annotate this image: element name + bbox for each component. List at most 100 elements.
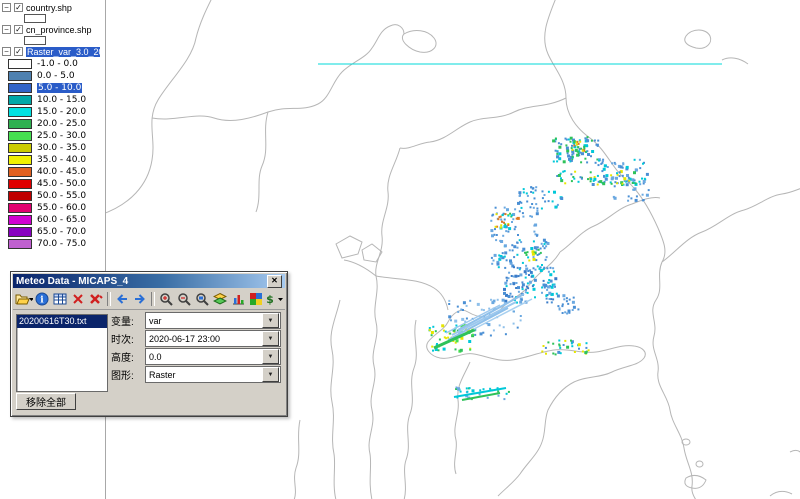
legend-color-swatch — [8, 215, 32, 225]
field-row-variable: 变量:var▼ — [111, 312, 281, 329]
field-label: 高度: — [111, 349, 145, 364]
collapse-icon[interactable]: − — [2, 47, 11, 56]
toolbar-separator — [107, 292, 111, 306]
legend-range-label: 65.0 - 70.0 — [37, 227, 86, 237]
dialog-toolbar: i$ — [13, 289, 285, 310]
layer-symbol-row — [0, 13, 105, 24]
legend-item[interactable]: 60.0 - 65.0 — [0, 214, 105, 226]
legend-color-swatch — [8, 239, 32, 249]
field-row-time: 时次:2020-06-17 23:00▼ — [111, 330, 281, 347]
dropdown-arrow-icon[interactable]: ▼ — [262, 331, 279, 346]
meteo-data-dialog: Meteo Data - MICAPS_4 ✕ i$ 20200616T30.t… — [10, 271, 288, 417]
legend-range-label: 55.0 - 60.0 — [37, 203, 86, 213]
chart-icon[interactable] — [229, 291, 247, 308]
layer-item-raster[interactable]: − ✓ Raster_var_3.0_2020-6 — [0, 46, 105, 57]
layer-checkbox[interactable]: ✓ — [14, 25, 23, 34]
polygon-swatch — [24, 14, 46, 23]
dropdown-height[interactable]: 0.0▼ — [145, 348, 281, 365]
layers-icon[interactable] — [211, 291, 229, 308]
money-icon[interactable]: $ — [265, 291, 283, 308]
legend-color-swatch — [8, 95, 32, 105]
dropdown-value: Raster — [146, 370, 262, 380]
layer-checkbox[interactable]: ✓ — [14, 3, 23, 12]
legend-range-label: 25.0 - 30.0 — [37, 131, 86, 141]
legend-color-swatch — [8, 203, 32, 213]
legend-item[interactable]: -1.0 - 0.0 — [0, 58, 105, 70]
legend-range-label: 35.0 - 40.0 — [37, 155, 86, 165]
legend-color-swatch — [8, 119, 32, 129]
info-icon[interactable]: i — [33, 291, 51, 308]
legend-item[interactable]: 5.0 - 10.0 — [0, 82, 105, 94]
legend-color-swatch — [8, 83, 32, 93]
legend-item[interactable]: 25.0 - 30.0 — [0, 130, 105, 142]
raster-legend-list: -1.0 - 0.0 0.0 - 5.05.0 - 10.010.0 - 15.0… — [0, 58, 105, 250]
toolbar-separator — [151, 292, 155, 306]
file-list-item[interactable]: 20200616T30.txt — [17, 315, 107, 328]
collapse-icon[interactable]: − — [2, 25, 11, 34]
legend-item[interactable]: 70.0 - 75.0 — [0, 238, 105, 250]
legend-item[interactable]: 65.0 - 70.0 — [0, 226, 105, 238]
table-icon[interactable] — [51, 291, 69, 308]
open-file-icon[interactable] — [15, 291, 33, 308]
data-file-listbox[interactable]: 20200616T30.txt — [16, 314, 108, 392]
zoom-extent-icon[interactable] — [193, 291, 211, 308]
delete-all-icon[interactable] — [87, 291, 105, 308]
legend-color-swatch — [8, 227, 32, 237]
legend-range-label: 60.0 - 65.0 — [37, 215, 86, 225]
layer-item-province[interactable]: − ✓ cn_province.shp — [0, 24, 105, 35]
legend-item[interactable]: 10.0 - 15.0 — [0, 94, 105, 106]
dropdown-value: 2020-06-17 23:00 — [146, 334, 262, 344]
legend-color-swatch — [8, 191, 32, 201]
delete-icon[interactable] — [69, 291, 87, 308]
collapse-icon[interactable]: − — [2, 3, 11, 12]
forward-arrow-icon[interactable] — [131, 291, 149, 308]
legend-range-label: -1.0 - 0.0 — [37, 59, 78, 69]
legend-item[interactable]: 55.0 - 60.0 — [0, 202, 105, 214]
legend-color-swatch — [8, 71, 32, 81]
dropdown-graphic[interactable]: Raster▼ — [145, 366, 281, 383]
dialog-titlebar[interactable]: Meteo Data - MICAPS_4 ✕ — [13, 274, 285, 288]
palette-icon[interactable] — [247, 291, 265, 308]
dropdown-arrow-icon[interactable]: ▼ — [262, 349, 279, 364]
layer-checkbox[interactable]: ✓ — [14, 47, 23, 56]
legend-range-label: 30.0 - 35.0 — [37, 143, 86, 153]
map-canvas[interactable] — [0, 0, 800, 499]
close-icon[interactable]: ✕ — [267, 275, 282, 288]
zoom-out-icon[interactable] — [175, 291, 193, 308]
legend-item[interactable]: 20.0 - 25.0 — [0, 118, 105, 130]
dialog-fields: 变量:var▼时次:2020-06-17 23:00▼高度:0.0▼图形:Ras… — [111, 312, 281, 384]
zoom-in-icon[interactable] — [157, 291, 175, 308]
legend-range-label: 20.0 - 25.0 — [37, 119, 86, 129]
back-arrow-icon[interactable] — [113, 291, 131, 308]
legend-range-label: 40.0 - 45.0 — [37, 167, 86, 177]
legend-range-label: 70.0 - 75.0 — [37, 239, 86, 249]
svg-text:i: i — [40, 296, 44, 306]
dropdown-variable[interactable]: var▼ — [145, 312, 281, 329]
dropdown-time[interactable]: 2020-06-17 23:00▼ — [145, 330, 281, 347]
dropdown-arrow-icon[interactable]: ▼ — [262, 313, 279, 328]
dropdown-value: 0.0 — [146, 352, 262, 362]
legend-range-label: 45.0 - 50.0 — [37, 179, 86, 189]
application-window: − ✓ country.shp − ✓ cn_province.shp − ✓ … — [0, 0, 800, 499]
legend-range-label: 0.0 - 5.0 — [37, 71, 75, 81]
legend-item[interactable]: 30.0 - 35.0 — [0, 142, 105, 154]
legend-color-swatch — [8, 131, 32, 141]
layer-item-country[interactable]: − ✓ country.shp — [0, 2, 105, 13]
radar-echo-layer — [429, 136, 650, 400]
dropdown-arrow-icon[interactable]: ▼ — [262, 367, 279, 382]
legend-item[interactable]: 45.0 - 50.0 — [0, 178, 105, 190]
remove-all-button[interactable]: 移除全部 — [16, 393, 76, 410]
legend-range-label: 15.0 - 20.0 — [37, 107, 86, 117]
legend-item[interactable]: 0.0 - 5.0 — [0, 70, 105, 82]
legend-item[interactable]: 15.0 - 20.0 — [0, 106, 105, 118]
legend-range-label: 10.0 - 15.0 — [37, 95, 86, 105]
legend-item[interactable]: 35.0 - 40.0 — [0, 154, 105, 166]
dialog-title: Meteo Data - MICAPS_4 — [16, 276, 128, 287]
layer-label: country.shp — [26, 3, 72, 13]
layer-label: cn_province.shp — [26, 25, 92, 35]
legend-color-swatch — [8, 59, 32, 69]
polygon-swatch — [24, 36, 46, 45]
legend-item[interactable]: 40.0 - 45.0 — [0, 166, 105, 178]
legend-item[interactable]: 50.0 - 55.0 — [0, 190, 105, 202]
layer-label: Raster_var_3.0_2020-6 — [26, 47, 100, 57]
